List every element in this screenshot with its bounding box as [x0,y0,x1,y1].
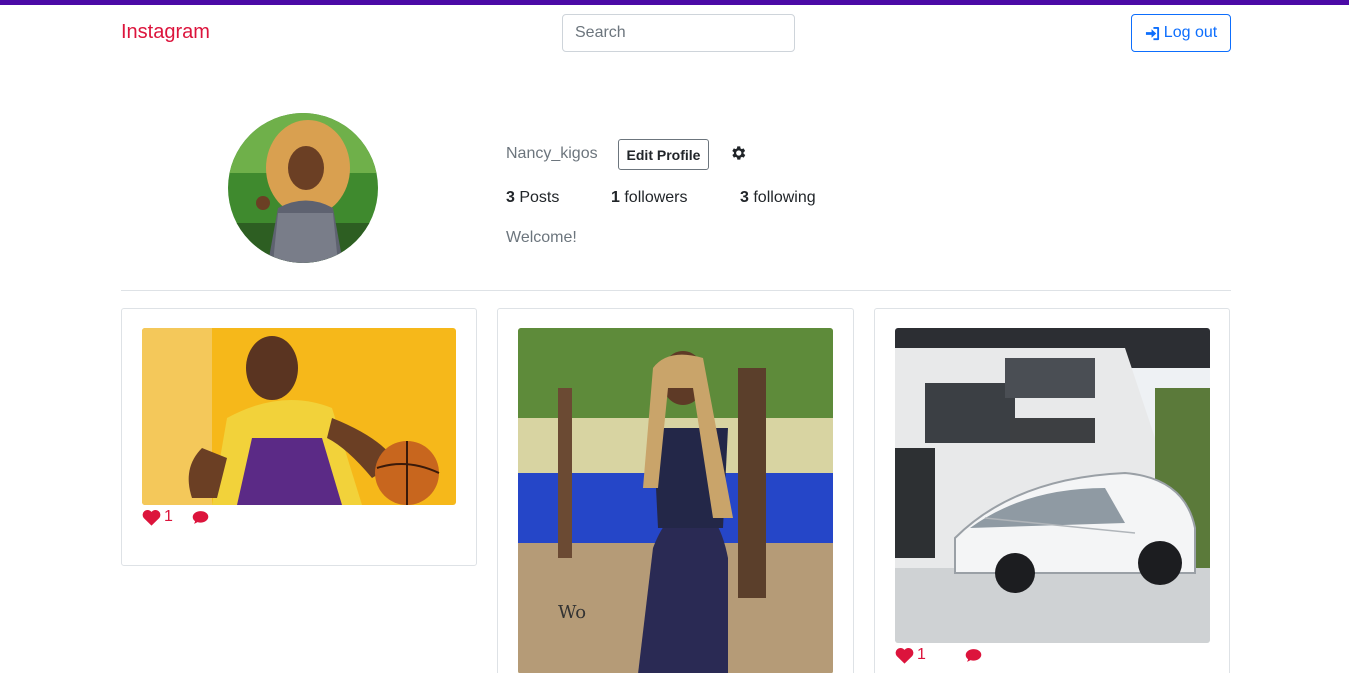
post-actions: 1 [895,646,982,664]
svg-text:Wo: Wo [558,602,586,623]
brand-logo[interactable]: Instagram [121,21,210,44]
followers-label: followers [624,189,688,206]
profile-username: Nancy_kigos [506,145,598,162]
post-image[interactable] [895,328,1210,643]
following-count: 3 [740,189,749,206]
sign-in-icon [1145,26,1159,40]
gear-icon[interactable] [729,144,747,162]
followers-count: 1 [611,189,620,206]
search-input[interactable] [562,14,795,52]
edit-profile-button[interactable]: Edit Profile [618,139,709,170]
following-label: following [753,189,816,206]
posts-label: Posts [519,189,560,206]
post-card: 1 [121,308,477,566]
like-count: 1 [164,508,173,525]
comment-icon[interactable] [192,510,209,525]
post-card: Wo [497,308,854,673]
followers-stat[interactable]: 1 followers [611,189,688,207]
post-actions: 1 [142,508,209,526]
profile-bio: Welcome! [506,229,577,246]
top-accent-bar [0,0,1349,5]
post-image[interactable]: Wo [518,328,833,673]
comment-icon[interactable] [965,648,982,663]
like-count: 1 [917,646,926,663]
heart-icon[interactable] [895,647,914,664]
logout-label: Log out [1163,24,1218,41]
avatar-photo [228,113,378,263]
post-photo: Wo [518,328,833,673]
heart-icon[interactable] [142,509,161,526]
logout-button[interactable]: Log out [1131,14,1231,52]
post-photo [895,328,1210,643]
profile-avatar[interactable] [228,113,378,263]
post-card: 1 [874,308,1230,673]
posts-count: 3 [506,189,515,206]
post-photo [142,328,456,505]
posts-stat: 3 Posts [506,189,559,207]
profile-divider [121,290,1231,291]
following-stat[interactable]: 3 following [740,189,816,207]
post-image[interactable] [142,328,456,505]
